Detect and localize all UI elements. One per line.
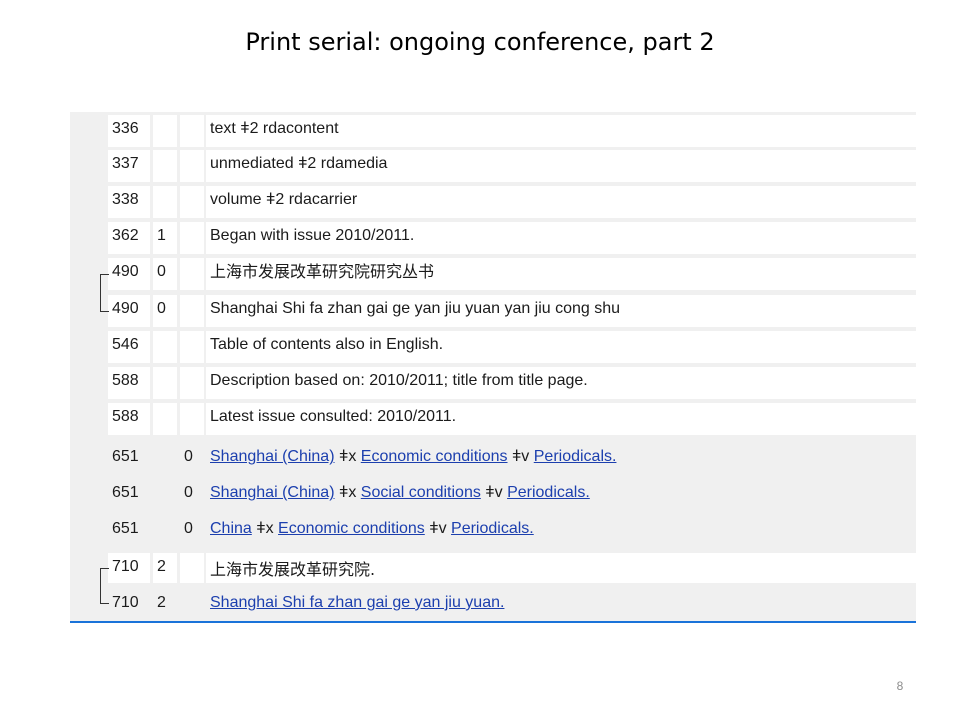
indicator-2: 0 bbox=[184, 520, 193, 537]
field-data: Latest issue consulted: 2010/2011. bbox=[206, 403, 916, 435]
subject-link[interactable]: China bbox=[210, 520, 252, 537]
field-data: China ǂx Economic conditions ǂv Periodic… bbox=[206, 512, 916, 546]
field-data: Began with issue 2010/2011. bbox=[206, 222, 916, 254]
field-tag: 336 bbox=[108, 115, 150, 147]
subject-link[interactable]: Shanghai (China) bbox=[210, 484, 335, 501]
field-tag: 362 bbox=[108, 222, 150, 254]
field-tag: 710 bbox=[112, 594, 139, 611]
slide-title: Print serial: ongoing conference, part 2 bbox=[245, 28, 715, 56]
subject-link[interactable]: Economic conditions bbox=[361, 448, 508, 465]
subfield-delimiter: ǂv bbox=[507, 448, 534, 465]
marc-field-337: 337 unmediated ǂ2 rdamedia bbox=[70, 150, 916, 182]
indicator-2 bbox=[180, 331, 204, 363]
marc-field-546: 546 Table of contents also in English. bbox=[70, 331, 916, 363]
subject-link[interactable]: Economic conditions bbox=[278, 520, 425, 537]
indicator-1: 2 bbox=[157, 594, 166, 611]
marc-field-710-romanized: 710 2 Shanghai Shi fa zhan gai ge yan ji… bbox=[70, 586, 916, 620]
field-tag: 588 bbox=[108, 367, 150, 399]
indicator-1 bbox=[153, 367, 177, 399]
marc-field-362: 362 1 Began with issue 2010/2011. bbox=[70, 222, 916, 254]
subject-link[interactable]: Periodicals. bbox=[507, 484, 590, 501]
subject-link[interactable]: Periodicals. bbox=[534, 448, 617, 465]
marc-field-651: 651 0 Shanghai (China) ǂx Economic condi… bbox=[70, 440, 916, 474]
field-tag: 651 bbox=[112, 520, 139, 537]
indicator-2: 0 bbox=[184, 484, 193, 501]
marc-field-588-latest: 588 Latest issue consulted: 2010/2011. bbox=[70, 403, 916, 435]
indicator-2 bbox=[180, 150, 204, 182]
marc-field-651: 651 0 Shanghai (China) ǂx Social conditi… bbox=[70, 476, 916, 510]
field-tag: 338 bbox=[108, 186, 150, 218]
subfield-delimiter: ǂv bbox=[424, 520, 452, 537]
indicator-2 bbox=[180, 295, 204, 327]
indicator-1 bbox=[153, 403, 177, 435]
indicator-1: 0 bbox=[153, 295, 177, 327]
subfield-delimiter: ǂx bbox=[334, 448, 361, 465]
page-number: 8 bbox=[896, 679, 904, 693]
field-tag: 337 bbox=[108, 150, 150, 182]
field-data: Shanghai (China) ǂx Social conditions ǂv… bbox=[206, 476, 916, 510]
field-data: Description based on: 2010/2011; title f… bbox=[206, 367, 916, 399]
indicator-2 bbox=[180, 367, 204, 399]
field-tag: 490 bbox=[108, 295, 150, 327]
field-tag: 651 bbox=[112, 484, 139, 501]
field-data: text ǂ2 rdacontent bbox=[206, 115, 916, 147]
indicator-1: 1 bbox=[153, 222, 177, 254]
field-data: Shanghai Shi fa zhan gai ge yan jiu yuan… bbox=[206, 295, 916, 327]
indicator-2 bbox=[180, 258, 204, 290]
field-data: volume ǂ2 rdacarrier bbox=[206, 186, 916, 218]
indicator-1 bbox=[153, 331, 177, 363]
marc-field-490-vernacular: 490 0 上海市发展改革研究院研究丛书 bbox=[70, 258, 916, 290]
indicator-1: 2 bbox=[153, 553, 177, 583]
subject-link[interactable]: Periodicals. bbox=[451, 520, 534, 537]
indicator-1 bbox=[153, 476, 177, 510]
subfield-delimiter: ǂx bbox=[334, 484, 361, 501]
indicator-1 bbox=[153, 440, 177, 474]
indicator-1 bbox=[153, 512, 177, 546]
corporate-name-link[interactable]: Shanghai Shi fa zhan gai ge yan jiu yuan… bbox=[210, 594, 504, 611]
indicator-2 bbox=[180, 586, 204, 620]
field-data: 上海市发展改革研究院研究丛书 bbox=[206, 258, 916, 290]
field-data: Table of contents also in English. bbox=[206, 331, 916, 363]
field-tag: 651 bbox=[112, 448, 139, 465]
indicator-2 bbox=[180, 115, 204, 147]
indicator-1 bbox=[153, 150, 177, 182]
subfield-delimiter: ǂx bbox=[251, 520, 279, 537]
marc-record-panel: 336 text ǂ2 rdacontent 337 unmediated ǂ2… bbox=[70, 112, 916, 623]
marc-field-651: 651 0 China ǂx Economic conditions ǂv Pe… bbox=[70, 512, 916, 546]
field-tag: 490 bbox=[108, 258, 150, 290]
field-tag: 546 bbox=[108, 331, 150, 363]
indicator-2 bbox=[180, 222, 204, 254]
indicator-2 bbox=[180, 403, 204, 435]
field-data: unmediated ǂ2 rdamedia bbox=[206, 150, 916, 182]
linked-field-bracket bbox=[100, 568, 109, 604]
field-data: Shanghai Shi fa zhan gai ge yan jiu yuan… bbox=[206, 586, 916, 620]
field-tag: 588 bbox=[108, 403, 150, 435]
subfield-delimiter: ǂv bbox=[480, 484, 508, 501]
subject-link[interactable]: Shanghai (China) bbox=[210, 448, 335, 465]
linked-field-bracket bbox=[100, 274, 109, 312]
indicator-2 bbox=[180, 186, 204, 218]
marc-field-490-romanized: 490 0 Shanghai Shi fa zhan gai ge yan ji… bbox=[70, 295, 916, 327]
field-data: 上海市发展改革研究院. bbox=[206, 553, 916, 583]
marc-field-588: 588 Description based on: 2010/2011; tit… bbox=[70, 367, 916, 399]
subject-link[interactable]: Social conditions bbox=[361, 484, 481, 501]
marc-field-338: 338 volume ǂ2 rdacarrier bbox=[70, 186, 916, 218]
marc-field-336: 336 text ǂ2 rdacontent bbox=[70, 115, 916, 147]
indicator-2: 0 bbox=[184, 448, 193, 465]
indicator-2 bbox=[180, 553, 204, 583]
indicator-1 bbox=[153, 115, 177, 147]
indicator-1: 0 bbox=[153, 258, 177, 290]
field-data: Shanghai (China) ǂx Economic conditions … bbox=[206, 440, 916, 474]
indicator-1 bbox=[153, 186, 177, 218]
field-tag: 710 bbox=[108, 553, 150, 583]
marc-field-710-vernacular: 710 2 上海市发展改革研究院. bbox=[70, 553, 916, 583]
